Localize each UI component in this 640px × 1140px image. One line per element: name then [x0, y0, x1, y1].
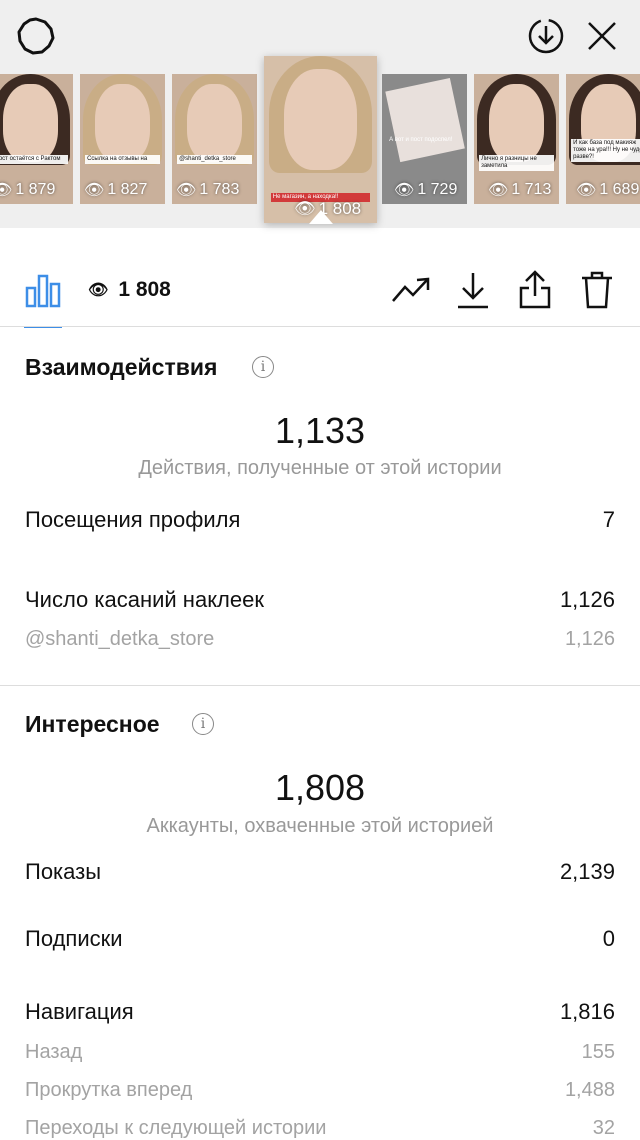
row-label: Число касаний наклеек [25, 587, 264, 612]
row-value: 0 [602, 926, 615, 951]
toolbar-divider [0, 326, 640, 327]
trending-up-icon [392, 277, 430, 302]
row-value: 1,488 [564, 1079, 615, 1101]
eye-icon: 👁 [576, 182, 597, 199]
profile-visits-row: Посещения профиля 7 [25, 507, 615, 533]
row-label: Показы [25, 859, 102, 884]
interactions-total: 1,133 [274, 410, 366, 451]
story-views: 1 689 [599, 181, 640, 198]
story-views: 1 879 [15, 181, 56, 198]
thumbnail-photo [385, 78, 466, 163]
navigation-row: Навигация 1,816 [25, 999, 615, 1025]
row-value: 1,126 [559, 587, 615, 612]
sticker-taps-row: Число касаний наклеек 1,126 [25, 587, 615, 613]
download-button[interactable] [451, 268, 495, 312]
row-label: Посещения профиля [25, 507, 241, 532]
interactions-total-label: Действия, полученные от этой истории [138, 457, 502, 479]
follows-row: Подписки 0 [25, 926, 615, 952]
eye-icon: 👁 [488, 182, 509, 199]
eye-icon: 👁 [84, 182, 105, 199]
story-thumbnail-strip[interactable]: Рост остаётся с Рактом 👁 1 879 Ссылка на … [0, 56, 640, 224]
info-icon[interactable]: i [192, 713, 214, 735]
selected-story-pointer [309, 210, 333, 224]
share-icon [519, 270, 551, 309]
row-value: 1,126 [564, 628, 615, 650]
story-thumbnail[interactable]: Лично я разницы не заметила 👁 1 713 [474, 74, 559, 204]
story-thumbnail[interactable]: Рост остаётся с Рактом 👁 1 879 [0, 74, 73, 204]
story-views: 1 783 [199, 181, 240, 198]
row-value: 1,816 [559, 999, 615, 1024]
gear-icon [17, 17, 55, 55]
row-label: Назад [25, 1041, 83, 1063]
close-icon [588, 22, 616, 50]
bar-chart-icon [25, 274, 61, 308]
story-caption: А вот и пост подоспел! [389, 137, 453, 144]
impressions-row: Показы 2,139 [25, 859, 615, 885]
viewers-button[interactable]: 👁 1 808 [88, 278, 171, 302]
story-thumbnail[interactable]: @shanti_detka_store 👁 1 783 [172, 74, 257, 204]
discovery-title: Интересное [25, 711, 160, 737]
forward-row: Прокрутка вперед 1,488 [25, 1079, 615, 1102]
row-label: Навигация [25, 999, 134, 1024]
story-caption: И как база под макияж тоже на ура!!! Ну … [571, 139, 640, 162]
section-divider [0, 685, 640, 686]
sticker-mention-row: @shanti_detka_store 1,126 [25, 628, 615, 651]
row-label: Прокрутка вперед [25, 1079, 193, 1101]
discovery-total: 1,808 [274, 767, 366, 808]
discovery-total-label: Аккаунты, охваченные этой историей [146, 815, 494, 837]
settings-button[interactable] [14, 14, 58, 58]
close-button[interactable] [580, 14, 624, 58]
eye-icon: 👁 [88, 282, 109, 299]
share-button[interactable] [513, 268, 557, 312]
story-caption: Ссылка на отзывы на [85, 154, 160, 164]
info-icon[interactable]: i [252, 356, 274, 378]
interactions-title: Взаимодействия [25, 354, 218, 380]
story-caption: Лично я разницы не заметила [479, 154, 554, 171]
story-views: 1 713 [511, 181, 552, 198]
back-row: Назад 155 [25, 1041, 615, 1064]
row-value: 2,139 [559, 859, 615, 884]
story-caption: @shanti_detka_store [177, 154, 252, 164]
row-label: @shanti_detka_store [25, 628, 215, 650]
story-thumbnail[interactable]: И как база под макияж тоже на ура!!! Ну … [566, 74, 640, 204]
story-thumbnail[interactable]: Ссылка на отзывы на 👁 1 827 [80, 74, 165, 204]
insights-tab[interactable] [21, 268, 65, 312]
story-views: 1 827 [107, 181, 148, 198]
download-circle-icon [528, 18, 564, 54]
row-value: 155 [581, 1041, 615, 1063]
toolbar-views-count: 1 808 [118, 278, 171, 301]
download-icon [458, 273, 488, 309]
delete-button[interactable] [575, 268, 619, 312]
eye-icon: 👁 [394, 182, 415, 199]
eye-icon: 👁 [176, 182, 197, 199]
promote-button[interactable] [389, 268, 433, 312]
row-value: 7 [602, 507, 615, 532]
story-views: 1 729 [417, 181, 458, 198]
story-caption: Рост остаётся с Рактом [0, 154, 68, 164]
story-thumbnail-selected[interactable]: Не магазин, а находка!! 👁 1 808 [264, 56, 377, 223]
row-label: Подписки [25, 926, 123, 951]
story-toolbar: 👁 1 808 [0, 256, 640, 328]
trash-icon [582, 271, 612, 309]
eye-icon: 👁 [0, 182, 13, 199]
save-story-button[interactable] [524, 14, 568, 58]
story-thumbnail[interactable]: А вот и пост подоспел! 👁 1 729 [382, 74, 467, 204]
story-header: Рост остаётся с Рактом 👁 1 879 Ссылка на … [0, 0, 640, 228]
